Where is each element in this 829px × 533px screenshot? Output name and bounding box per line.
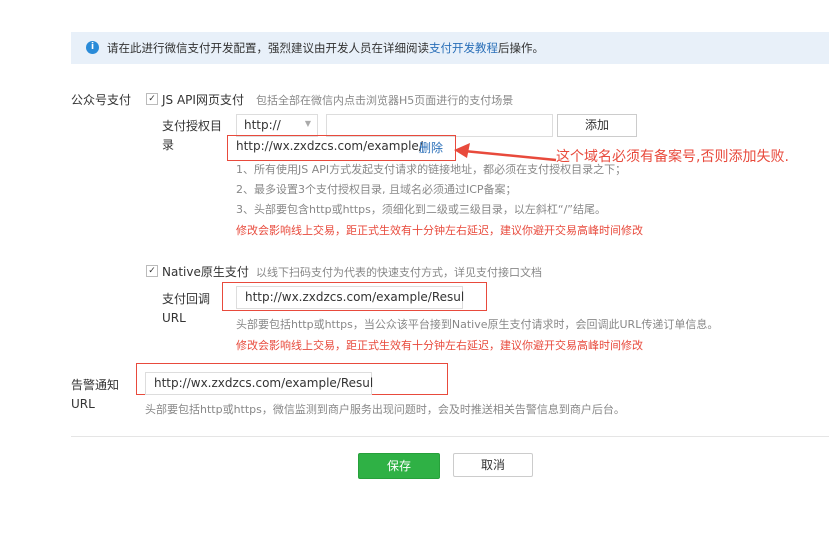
jsapi-hint-2: 2、最多设置3个支付授权目录, 且域名必须通过ICP备案； bbox=[236, 183, 517, 196]
annotation-arrow-head bbox=[454, 143, 470, 158]
jsapi-hint-1: 1、所有使用JS API方式发起支付请求的链接地址，都必须在支付授权目录之下； bbox=[236, 163, 627, 176]
callback-url-label: 支付回调 URL bbox=[162, 290, 210, 328]
jsapi-hint-3: 3、头部要包含http或https，须细化到二级或三级目录，以左斜杠“/”结尾。 bbox=[236, 203, 606, 216]
alert-url-input[interactable]: http://wx.zxdzcs.com/example/Resul bbox=[145, 372, 374, 395]
callback-url-value: http://wx.zxdzcs.com/example/Resul bbox=[245, 290, 465, 304]
alert-url-label: 告警通知 URL bbox=[71, 376, 119, 414]
divider bbox=[71, 436, 829, 437]
alert-label-line1: 告警通知 bbox=[71, 378, 120, 392]
auth-dir-label: 支付授权目录 bbox=[162, 117, 222, 155]
jsapi-description: 包括全部在微信内点击浏览器H5页面进行的支付场景 bbox=[256, 94, 514, 107]
info-icon: i bbox=[86, 41, 99, 54]
native-hint: 头部要包括http或https，当公众该平台接到Native原生支付请求时，会回… bbox=[236, 318, 719, 331]
native-description: 以线下扫码支付为代表的快速支付方式，详见支付接口文档 bbox=[256, 266, 542, 279]
notice-bar: i 请在此进行微信支付开发配置，强烈建议由开发人员在详细阅读支付开发教程后操作。 bbox=[71, 32, 829, 64]
native-title: Native原生支付 bbox=[162, 265, 249, 279]
dir-entry-url: http://wx.zxdzcs.com/example/ bbox=[236, 139, 423, 153]
native-warning: 修改会影响线上交易，距正式生效有十分钟左右延迟，建议你避开交易高峰时间修改 bbox=[236, 339, 643, 352]
callback-label-line2: URL bbox=[162, 311, 186, 325]
callback-label-line1: 支付回调 bbox=[162, 292, 211, 306]
auth-dir-input[interactable] bbox=[326, 114, 553, 137]
cancel-button[interactable]: 取消 bbox=[453, 453, 533, 477]
delete-dir-link[interactable]: 删除 bbox=[419, 139, 443, 156]
dev-tutorial-link[interactable]: 支付开发教程 bbox=[429, 41, 498, 55]
protocol-select[interactable]: http:// ▼ bbox=[236, 114, 318, 137]
notice-text-after: 后操作。 bbox=[498, 41, 544, 55]
jsapi-warning: 修改会影响线上交易，距正式生效有十分钟左右延迟，建议你避开交易高峰时间修改 bbox=[236, 224, 643, 237]
auth-dir-label-line2: 录 bbox=[162, 138, 175, 152]
alert-label-line2: URL bbox=[71, 397, 95, 411]
alert-hint: 头部要包括http或https，微信监测到商户服务出现问题时，会及时推送相关告警… bbox=[145, 403, 625, 416]
alert-url-value: http://wx.zxdzcs.com/example/Resul bbox=[154, 376, 374, 390]
save-button[interactable]: 保存 bbox=[358, 453, 440, 479]
notice-text-before: 请在此进行微信支付开发配置，强烈建议由开发人员在详细阅读 bbox=[107, 41, 429, 55]
callback-url-input[interactable]: http://wx.zxdzcs.com/example/Resul bbox=[236, 286, 465, 309]
add-dir-button[interactable]: 添加 bbox=[557, 114, 637, 137]
annotation-arrow-line bbox=[463, 149, 557, 162]
protocol-select-value: http:// bbox=[244, 118, 281, 132]
jsapi-checkbox[interactable]: ✓ bbox=[146, 93, 158, 105]
auth-dir-label-line1: 支付授权目 bbox=[162, 119, 223, 133]
public-account-label: 公众号支付 bbox=[71, 93, 132, 107]
jsapi-title: JS API网页支付 bbox=[162, 93, 244, 107]
notice-text: 请在此进行微信支付开发配置，强烈建议由开发人员在详细阅读支付开发教程后操作。 bbox=[107, 40, 544, 56]
native-checkbox[interactable]: ✓ bbox=[146, 265, 158, 277]
chevron-down-icon: ▼ bbox=[304, 119, 311, 128]
